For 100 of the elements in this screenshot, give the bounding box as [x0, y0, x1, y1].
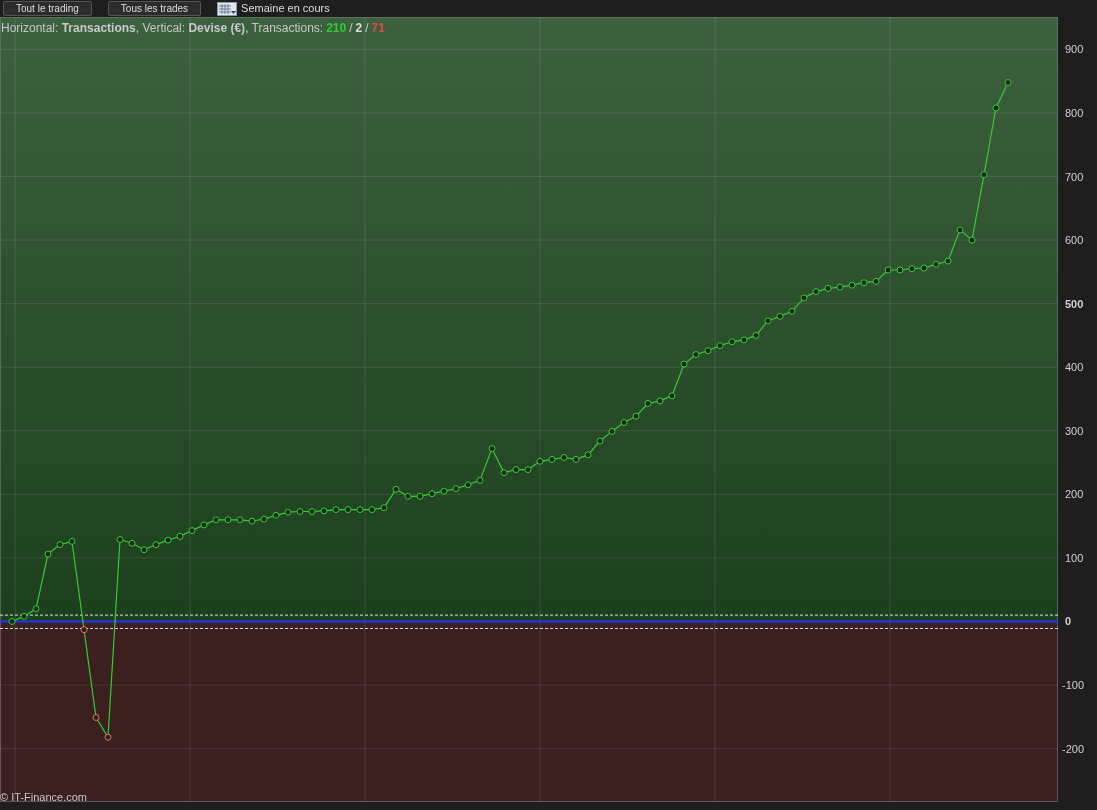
data-point	[464, 481, 472, 489]
data-point	[68, 537, 76, 545]
data-point	[572, 455, 580, 463]
data-point	[932, 260, 940, 268]
data-point	[632, 412, 640, 420]
data-point	[392, 485, 400, 493]
y-tick-label: 200	[1065, 488, 1084, 501]
data-point	[44, 550, 52, 558]
data-point	[596, 437, 604, 445]
data-point	[740, 336, 748, 344]
filter-button[interactable]: Tout le trading	[3, 1, 92, 16]
data-point	[908, 265, 916, 273]
data-point	[152, 541, 160, 549]
y-tick-label: 500	[1065, 297, 1084, 310]
data-point	[872, 277, 880, 285]
y-tick-label: 800	[1065, 107, 1084, 119]
data-point	[944, 257, 952, 265]
data-point	[716, 342, 724, 350]
y-tick-label: 100	[1065, 551, 1084, 564]
data-point	[920, 264, 928, 272]
data-point	[248, 517, 256, 525]
data-point	[656, 397, 664, 405]
y-tick-label: -200	[1062, 742, 1085, 755]
y-tick-label: 0	[1065, 615, 1072, 628]
data-point	[860, 279, 868, 287]
data-point	[80, 626, 88, 634]
data-point	[524, 466, 532, 474]
data-point	[320, 507, 328, 515]
data-point	[812, 288, 820, 296]
data-point	[416, 492, 424, 500]
y-tick-label: 400	[1065, 361, 1084, 374]
data-point	[824, 284, 832, 292]
data-point	[296, 508, 304, 515]
count-value: 210	[326, 20, 347, 37]
data-point	[476, 476, 484, 484]
data-point	[356, 506, 364, 514]
data-point	[8, 618, 16, 625]
data-point	[344, 506, 352, 514]
data-point	[500, 469, 508, 477]
data-point	[692, 351, 700, 358]
data-point	[536, 457, 544, 465]
data-point	[404, 492, 412, 500]
y-tick-label: 700	[1065, 170, 1084, 183]
data-point	[308, 508, 316, 515]
data-point	[164, 536, 172, 544]
copyright-text: © IT-Finance.com	[0, 790, 87, 805]
data-point	[764, 317, 772, 325]
data-point	[680, 360, 688, 368]
data-point	[752, 331, 760, 339]
data-point	[368, 506, 376, 514]
data-point	[788, 307, 796, 315]
data-point	[884, 266, 892, 274]
data-point	[200, 521, 208, 529]
data-point	[440, 487, 448, 495]
data-point	[956, 226, 964, 234]
data-point	[896, 266, 904, 274]
period-label: Semaine en cours	[241, 1, 330, 17]
data-point	[968, 236, 976, 244]
data-point	[1004, 79, 1012, 86]
filter-button[interactable]: Tous les trades	[107, 1, 202, 16]
data-point	[272, 511, 280, 519]
data-point	[176, 532, 184, 540]
y-tick-label: 900	[1065, 43, 1084, 56]
chart-header-text: Horizontal: Transactions, Vertical: Devise (€), Transactions:	[1, 20, 324, 37]
data-point	[428, 490, 436, 498]
data-point	[512, 466, 520, 474]
separator-text: /	[365, 20, 369, 37]
data-point	[260, 515, 268, 523]
data-point	[116, 536, 124, 543]
data-point	[380, 504, 388, 512]
data-point	[584, 451, 592, 459]
data-point	[32, 605, 40, 613]
count-value: 71	[371, 20, 385, 37]
data-point	[56, 541, 64, 549]
data-point	[452, 485, 460, 493]
data-point	[620, 419, 628, 426]
data-point	[992, 104, 1000, 112]
data-point	[668, 392, 676, 400]
data-point	[800, 294, 808, 302]
data-point	[92, 714, 100, 721]
data-point	[140, 546, 148, 554]
data-point	[560, 454, 568, 461]
data-point	[836, 283, 844, 291]
y-tick-label: 300	[1065, 424, 1084, 437]
y-tick-label: -100	[1062, 679, 1085, 692]
calendar-icon[interactable]	[217, 1, 238, 16]
data-point	[188, 527, 196, 535]
data-point	[236, 516, 244, 524]
data-point	[608, 427, 616, 435]
data-point	[980, 171, 988, 179]
data-point	[332, 506, 340, 514]
y-tick-label: 600	[1065, 234, 1084, 247]
data-point	[212, 516, 220, 524]
data-point	[848, 281, 856, 289]
data-point	[104, 733, 112, 741]
data-point	[284, 508, 292, 516]
data-point	[776, 312, 784, 320]
data-point	[224, 516, 232, 524]
data-point	[704, 347, 712, 355]
data-point	[548, 455, 556, 463]
